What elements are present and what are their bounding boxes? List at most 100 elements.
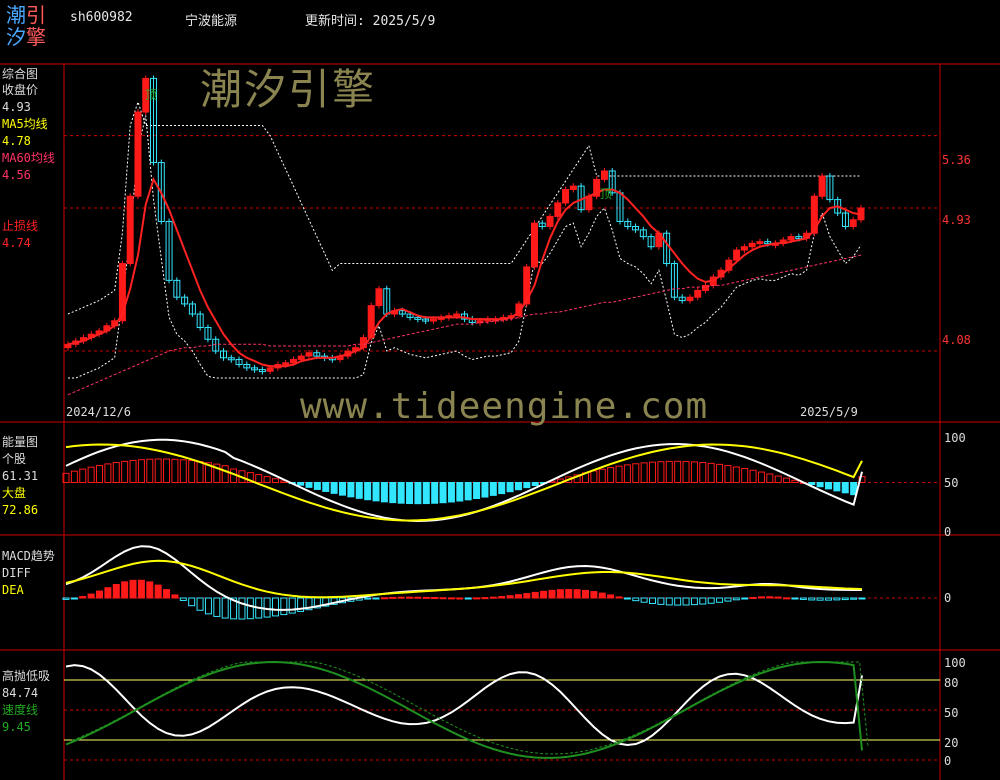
energy-bar xyxy=(154,458,162,484)
macd-bar xyxy=(196,597,204,611)
macd-bar xyxy=(665,597,673,606)
macd-tick-0: 0 xyxy=(944,591,952,605)
axis-tick-4-93: 4.93 xyxy=(942,213,971,227)
dea-label: DEA xyxy=(2,583,24,597)
speed-value: 9.45 xyxy=(2,720,31,734)
macd-bar xyxy=(774,596,782,599)
top-marker-2: 顶 xyxy=(600,187,613,201)
ma5-value: 4.78 xyxy=(2,134,31,148)
diff-label: DIFF xyxy=(2,566,31,580)
energy-bar xyxy=(774,475,782,484)
stock-energy-line xyxy=(65,438,863,523)
macd-panel-title: MACD趋势 xyxy=(2,549,55,563)
energy-bar xyxy=(179,459,187,483)
candle-body xyxy=(787,236,795,241)
energy-bar xyxy=(724,465,732,483)
axis-tick-5-36: 5.36 xyxy=(942,153,971,167)
macd-bar xyxy=(246,597,254,620)
macd-bar xyxy=(238,597,246,620)
macd-bar xyxy=(632,597,640,602)
macd-bar xyxy=(506,595,514,599)
energy-bar xyxy=(196,461,204,483)
macd-bar xyxy=(649,597,657,604)
energy-bar xyxy=(313,482,321,490)
candle-body xyxy=(546,215,554,228)
energy-bar xyxy=(824,482,832,490)
energy-bar xyxy=(749,469,757,483)
energy-bar xyxy=(531,482,539,487)
macd-bar xyxy=(590,591,598,599)
macd-bar xyxy=(749,596,757,599)
macd-bar xyxy=(489,596,497,599)
candle-body xyxy=(453,313,461,317)
macd-bar xyxy=(699,597,707,605)
macd-bar xyxy=(288,597,296,614)
macd-bar xyxy=(623,597,631,600)
macd-bar xyxy=(271,597,279,617)
macd-bar xyxy=(464,597,472,600)
energy-bar xyxy=(665,460,673,483)
macd-bar xyxy=(397,596,405,599)
candle-body xyxy=(375,288,383,307)
date-start: 2024/12/6 xyxy=(66,405,132,419)
energy-bar xyxy=(79,468,87,484)
candle-body xyxy=(554,202,562,217)
macd-bar xyxy=(414,596,422,599)
macd-bar xyxy=(364,597,372,600)
energy-bar xyxy=(70,470,78,484)
candle-body xyxy=(289,358,297,364)
top-marker-1: 顶 xyxy=(145,88,158,102)
candle-body xyxy=(134,111,142,197)
candle-body xyxy=(686,296,694,302)
macd-bar xyxy=(372,597,380,600)
energy-bar xyxy=(783,477,791,484)
macd-bar xyxy=(171,594,179,599)
macd-bar xyxy=(87,593,95,599)
macd-bar xyxy=(447,597,455,600)
energy-bar xyxy=(347,482,355,498)
ma60-value: 4.56 xyxy=(2,168,31,182)
energy-bar xyxy=(816,482,824,488)
energy-bar xyxy=(104,463,112,484)
hilo-tick-80: 80 xyxy=(944,676,959,690)
candle-body xyxy=(562,188,570,204)
candle-body xyxy=(849,219,857,228)
energy-bar xyxy=(732,466,740,483)
macd-bar xyxy=(531,591,539,599)
macd-bar xyxy=(263,597,271,618)
energy-bar xyxy=(322,482,330,492)
energy-bar xyxy=(456,482,464,502)
macd-bar xyxy=(188,597,196,607)
energy-bar xyxy=(766,473,774,484)
main-panel-title: 综合图 xyxy=(2,67,39,81)
close-value: 4.93 xyxy=(2,100,31,114)
energy-bar xyxy=(397,482,405,504)
macd-bar xyxy=(213,597,221,617)
close-label: 收盘价 xyxy=(2,83,39,97)
macd-bar xyxy=(523,593,531,599)
macd-bar xyxy=(841,597,849,601)
macd-bar xyxy=(833,597,841,601)
energy-bar xyxy=(163,458,171,484)
macd-bar xyxy=(640,597,648,603)
energy-bar xyxy=(364,482,372,501)
energy-bar xyxy=(305,482,313,488)
macd-bar xyxy=(96,590,104,599)
candle-body xyxy=(818,175,826,197)
macd-bar xyxy=(514,594,522,599)
macd-bar xyxy=(757,596,765,599)
stop-value: 4.74 xyxy=(2,236,31,250)
macd-bar xyxy=(481,597,489,600)
macd-bar xyxy=(682,597,690,606)
candle-body xyxy=(569,185,577,190)
candle-body xyxy=(530,222,538,268)
macd-bar xyxy=(70,597,78,600)
ma5-line xyxy=(67,176,862,368)
energy-panel-title: 能量图 xyxy=(2,435,39,449)
macd-bar xyxy=(389,596,397,599)
macd-bar xyxy=(380,597,388,600)
macd-bar xyxy=(573,589,581,599)
stock-name: 宁波能源 xyxy=(185,14,238,29)
axis-tick-4-08: 4.08 xyxy=(942,333,971,347)
hilo-panel-title: 高抛低吸 xyxy=(2,669,51,683)
